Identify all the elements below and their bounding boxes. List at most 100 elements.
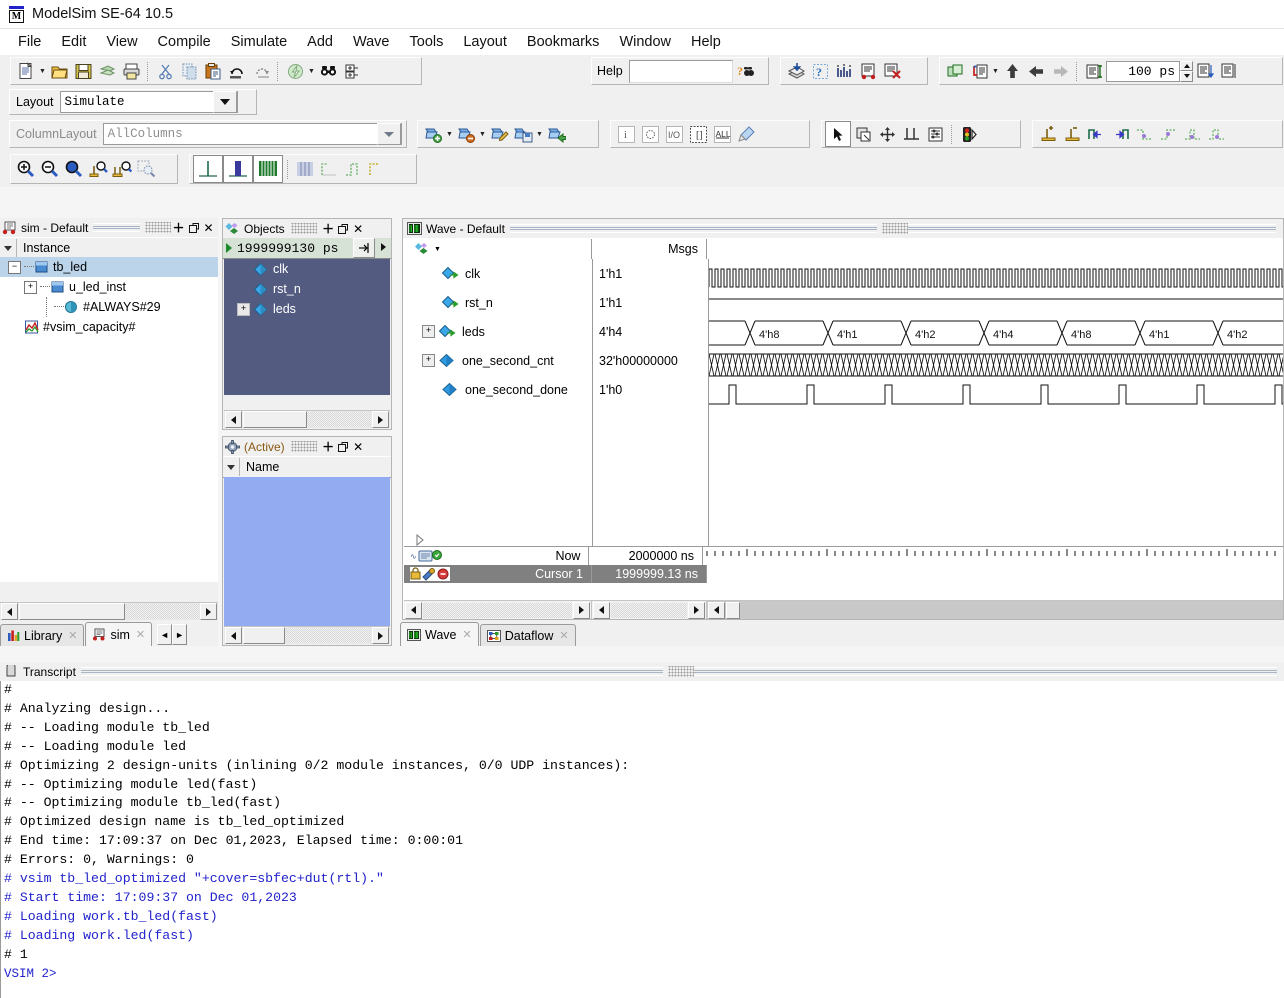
sim-windows-icon[interactable] <box>943 59 967 83</box>
copy-icon[interactable] <box>177 59 201 83</box>
wave-names-hscrollbar[interactable] <box>404 601 592 619</box>
step-icon[interactable] <box>967 59 991 83</box>
scroll-track[interactable] <box>611 602 687 618</box>
scroll-left-button[interactable] <box>225 411 242 428</box>
active-pane-maximize-button[interactable]: ＋ <box>321 439 336 454</box>
transcript-prompt[interactable]: VSIM 2> <box>1 965 1284 984</box>
menu-file[interactable]: File <box>8 32 51 52</box>
wave-signal-names[interactable]: clk rst_n + leds + one_second_cnt one_se… <box>404 259 593 547</box>
sim-pane-close-button[interactable]: ✕ <box>201 220 216 235</box>
wave-pane-title-bar[interactable]: Wave - Default <box>403 219 1283 238</box>
sim-pane-hscrollbar[interactable] <box>0 602 218 620</box>
new-file-dropdown-caret[interactable]: ▼ <box>38 60 47 82</box>
load-design-icon[interactable] <box>784 59 808 83</box>
active-pane-close-button[interactable]: ✕ <box>351 439 366 454</box>
cursor-lock-icon[interactable] <box>410 567 450 581</box>
goto-time-icon[interactable] <box>353 238 375 258</box>
tab-dataflow[interactable]: Dataflow ✕ <box>479 624 576 646</box>
wave-tabbar[interactable]: Wave ✕ Dataflow ✕ <box>400 620 1284 646</box>
add-wave-dropdown-caret[interactable]: ▼ <box>445 123 454 145</box>
scroll-left-button[interactable] <box>1 603 18 620</box>
menu-layout[interactable]: Layout <box>453 32 517 52</box>
main-toolbar[interactable]: ▼ ▼ Help ? ? ▼ 100 ps <box>0 55 1284 87</box>
wave-row-leds[interactable]: + leds <box>404 317 592 346</box>
menu-add[interactable]: Add <box>297 32 343 52</box>
chevron-down-icon[interactable] <box>212 91 237 113</box>
prev-transition-icon[interactable] <box>1084 122 1108 146</box>
run-fwd-icon[interactable] <box>1048 59 1072 83</box>
columnlayout-toolbar-row[interactable]: ColumnLayout AllColumns ▼ ▼ ▼ i I/O [] A… <box>0 117 1284 151</box>
wave-dual-icon[interactable] <box>223 155 253 183</box>
run-up-icon[interactable] <box>1000 59 1024 83</box>
left-pane-tabbar[interactable]: Library ✕ sim ✕ ◄ ► <box>0 620 218 646</box>
step-dropdown-caret[interactable]: ▼ <box>991 60 1000 82</box>
objects-pane-maximize-button[interactable]: ＋ <box>321 221 336 236</box>
open-folder-icon[interactable] <box>47 59 71 83</box>
menu-help[interactable]: Help <box>681 32 731 52</box>
zoom-mode-select-icon[interactable] <box>134 157 158 181</box>
what-is-icon[interactable]: ? <box>808 59 832 83</box>
layout-toolbar-row[interactable]: Layout Simulate <box>0 87 1284 117</box>
wave-canvas[interactable]: 4'h8 4'h1 4'h2 4'h4 4'h8 4'h1 4'h2 <box>709 259 1283 547</box>
tabbar-scroll-buttons[interactable]: ◄ ► <box>157 624 188 645</box>
restart-icon[interactable] <box>1193 59 1217 83</box>
menu-wave[interactable]: Wave <box>343 32 400 52</box>
compile-icon[interactable] <box>283 59 307 83</box>
find-icon[interactable] <box>316 59 340 83</box>
insert-cursor-icon[interactable] <box>1036 122 1060 146</box>
coverage-icon[interactable] <box>832 59 856 83</box>
chevron-down-icon[interactable]: ▼ <box>434 246 441 253</box>
columnlayout-select[interactable]: AllColumns <box>102 123 402 145</box>
wave-row-clk[interactable]: clk <box>404 259 592 288</box>
menu-view[interactable]: View <box>96 32 147 52</box>
transcript-title-bar[interactable]: Transcript <box>0 662 1284 681</box>
undo-icon[interactable] <box>225 59 249 83</box>
object-expander-plus[interactable]: + <box>237 302 250 316</box>
pan-mode-icon[interactable] <box>875 122 899 146</box>
run-toolbar-group[interactable]: ▼ 100 ps <box>939 57 1283 85</box>
tab-close-icon[interactable]: ✕ <box>68 629 77 642</box>
find-prev-rising-icon[interactable] <box>1180 122 1204 146</box>
scroll-thumb[interactable] <box>243 411 307 428</box>
compile-dropdown-caret[interactable]: ▼ <box>307 60 316 82</box>
filter-port-icon[interactable]: [] <box>686 122 710 146</box>
filter-all-icon[interactable]: ALL <box>710 122 734 146</box>
help-search-icon[interactable]: ? <box>733 59 757 83</box>
wave-cursor-row[interactable]: Cursor 1 1999999.13 ns <box>404 565 1283 583</box>
edge-pulse-icon[interactable] <box>341 157 365 181</box>
pane-drag-handle[interactable] <box>668 666 695 677</box>
tabbar-scroll-left[interactable]: ◄ <box>157 624 173 645</box>
run-length-field[interactable]: 100 ps <box>1106 60 1180 82</box>
scroll-right-button[interactable] <box>573 601 590 619</box>
active-item-list[interactable] <box>224 477 390 627</box>
wave-all-icon[interactable] <box>253 155 283 183</box>
object-row-rst-n[interactable]: rst_n <box>224 279 390 299</box>
objects-signal-list[interactable]: clk rst_n + leds <box>224 259 390 395</box>
sim-instance-column-header[interactable]: Instance <box>0 237 218 259</box>
tab-close-icon[interactable]: ✕ <box>559 629 568 642</box>
simulate-toolbar-group[interactable]: ? <box>780 57 928 85</box>
objects-expand-arrow[interactable] <box>375 238 391 256</box>
redo-icon[interactable] <box>249 59 273 83</box>
wave-scrollbars[interactable] <box>404 600 1283 619</box>
remove-wave-icon[interactable] <box>454 122 478 146</box>
help-toolbar-group[interactable]: Help ? <box>591 57 769 85</box>
menu-window[interactable]: Window <box>609 32 681 52</box>
help-search-input[interactable] <box>628 59 733 83</box>
wave-object-toolbar-group[interactable]: ▼ ▼ ▼ <box>417 120 599 148</box>
filter-clear-icon[interactable] <box>734 122 758 146</box>
layout-combo-group[interactable]: Layout Simulate <box>9 89 257 115</box>
delete-cursor-icon[interactable] <box>1060 122 1084 146</box>
columnlayout-combo-group[interactable]: ColumnLayout AllColumns <box>9 120 407 148</box>
scroll-thumb[interactable] <box>19 603 125 620</box>
objects-pane-title-bar[interactable]: Objects ＋ ✕ <box>223 219 391 238</box>
pane-drag-handle[interactable] <box>290 441 317 452</box>
run-length-spinner[interactable] <box>1180 60 1193 82</box>
pane-drag-handle[interactable] <box>882 223 909 234</box>
collapse-expand-icon[interactable] <box>340 59 364 83</box>
tab-close-icon[interactable]: ✕ <box>136 628 145 641</box>
scroll-right-button[interactable] <box>200 603 217 620</box>
remove-wave-dropdown-caret[interactable]: ▼ <box>478 123 487 145</box>
scroll-right-button[interactable] <box>372 411 389 428</box>
wave-signal-values[interactable]: 1'h1 1'h1 4'h4 32'h00000000 1'h0 <box>593 259 709 547</box>
